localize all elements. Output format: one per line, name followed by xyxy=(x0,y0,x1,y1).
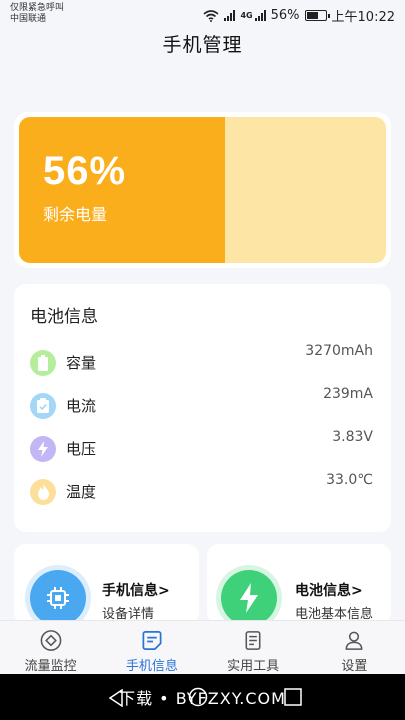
info-value: 3.83V xyxy=(332,429,373,445)
info-value: 239mA xyxy=(323,386,373,402)
status-icons: 4G 56% 上午10:22 xyxy=(203,6,395,25)
battery-percent: 56% xyxy=(270,8,300,23)
tab-settings[interactable]: 设置 xyxy=(304,621,405,674)
info-row-capacity: 容量 3270mAh xyxy=(30,341,375,384)
info-label: 电压 xyxy=(66,440,97,458)
page-title: 手机管理 xyxy=(162,34,243,56)
battery-level-card: 56% 剩余电量 xyxy=(14,112,391,268)
wifi-icon xyxy=(203,9,220,22)
chip-icon xyxy=(30,570,86,626)
battery-info-title: 电池信息 xyxy=(30,307,98,327)
bottom-nav: 流量监控 手机信息 实用工具 设置 xyxy=(0,620,405,674)
home-icon[interactable] xyxy=(188,687,208,707)
bolt-icon xyxy=(30,435,56,462)
flame-icon xyxy=(30,478,56,505)
battery-details-title: 电池信息> xyxy=(295,583,363,599)
info-row-temperature: 温度 33.0℃ xyxy=(30,470,375,513)
phone-info-title: 手机信息> xyxy=(102,583,170,599)
target-icon xyxy=(40,630,61,651)
info-label: 电流 xyxy=(66,397,97,415)
info-row-voltage: 电压 3.83V xyxy=(30,427,375,470)
carrier-name: 中国联通 xyxy=(10,14,47,24)
back-icon[interactable] xyxy=(108,689,124,707)
battery-info-card: 电池信息 容量 3270mAh 电流 239mA 电压 3.83V 温度 33.… xyxy=(14,284,391,532)
signal-2-icon xyxy=(254,10,266,21)
signal-1-icon xyxy=(224,10,236,21)
note-icon xyxy=(142,631,162,650)
tab-traffic-monitor[interactable]: 流量监控 xyxy=(0,621,101,674)
battery-level-track: 56% 剩余电量 xyxy=(19,117,386,263)
bolt-icon xyxy=(221,570,277,626)
tab-label: 设置 xyxy=(341,659,368,674)
tab-phone-info[interactable]: 手机信息 xyxy=(101,621,202,674)
battery-details-card[interactable]: 电池信息> 电池基本信息 xyxy=(207,544,391,626)
phone-info-card[interactable]: 手机信息> 设备详情 xyxy=(14,544,199,626)
recent-apps-icon[interactable] xyxy=(284,688,302,706)
info-label: 容量 xyxy=(66,354,97,372)
tab-label: 流量监控 xyxy=(24,659,77,674)
battery-status-icon xyxy=(304,10,330,21)
info-label: 温度 xyxy=(66,483,97,501)
carrier-info: 仅限紧急呼叫 中国联通 xyxy=(10,3,64,25)
tab-utilities[interactable]: 实用工具 xyxy=(203,621,304,674)
emergency-call-text: 仅限紧急呼叫 xyxy=(10,3,65,13)
network-type: 4G xyxy=(240,11,253,20)
battery-level-percent: 56% xyxy=(43,149,127,193)
info-value: 3270mAh xyxy=(305,343,373,359)
system-nav-bar: 下载 • BYFZXY.COM xyxy=(0,674,405,720)
info-row-current: 电流 239mA xyxy=(30,384,375,427)
battery-icon xyxy=(30,349,56,376)
document-icon xyxy=(245,631,261,650)
tab-label: 实用工具 xyxy=(227,659,280,674)
status-bar: 仅限紧急呼叫 中国联通 4G 56% 上午10:22 xyxy=(0,0,405,28)
clock: 上午10:22 xyxy=(331,10,395,25)
info-value: 33.0℃ xyxy=(326,472,373,488)
clipboard-check-icon xyxy=(30,392,56,419)
battery-level-label: 剩余电量 xyxy=(43,205,108,224)
user-icon xyxy=(345,631,363,650)
tab-label: 手机信息 xyxy=(125,659,178,674)
